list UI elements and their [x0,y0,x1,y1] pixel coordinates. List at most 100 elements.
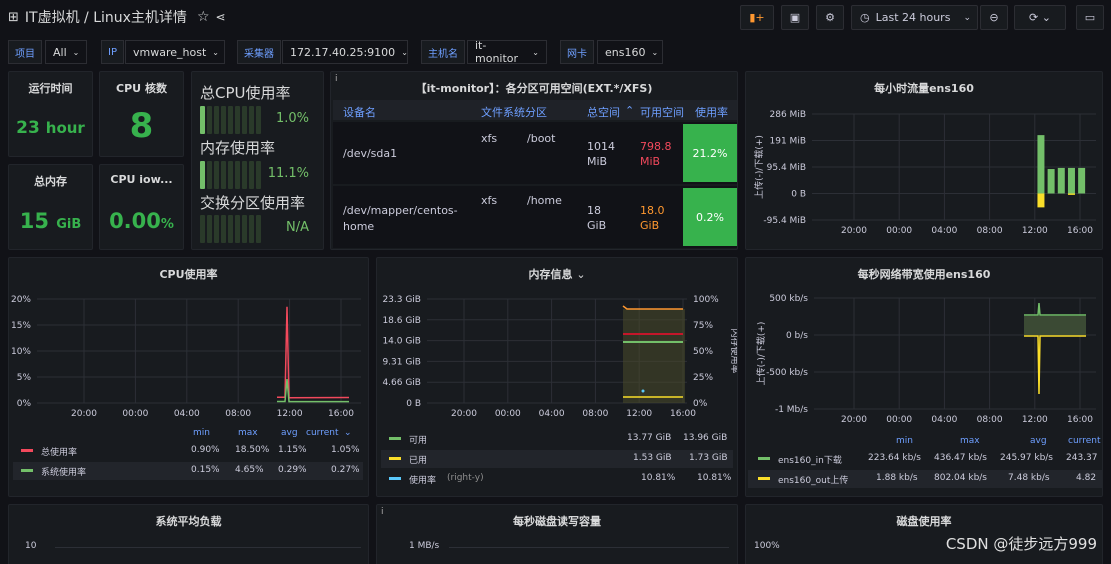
var-value-nic: ens160 [605,45,646,59]
stat-panel-cpu-cores[interactable]: CPU 核数 8 [99,71,184,157]
y-tick-label: 18.6 GiB [382,316,421,326]
col-header-fs[interactable]: 文件系统分区 [481,104,547,120]
col-header-avail[interactable]: 可用空间 [640,104,684,120]
load-average-panel[interactable]: 系统平均负载 10 [8,504,369,564]
legend-row[interactable]: 可用 13.77 GiB 13.96 GiB [381,430,733,448]
gauge-segment [214,161,219,189]
share-icon[interactable]: ⋖ [216,10,226,24]
time-range-label: Last 24 hours [875,11,951,24]
legend-avg: 245.97 kb/s [1000,453,1053,463]
cell-usage: 0.2% [683,188,737,246]
col-header-usage[interactable]: 使用率 [695,104,728,120]
var-select-project[interactable]: All ⌄ [45,40,87,64]
x-tick-label: 00:00 [122,409,148,419]
y-tick-label: 23.3 GiB [382,295,421,305]
col-header-device[interactable]: 设备名 [343,104,376,120]
var-select-collector[interactable]: 172.17.40.25:9100 ⌄ [282,40,408,64]
x-tick-label: 00:00 [886,415,912,425]
legend-row[interactable]: 总使用率 0.90% 18.50% 1.15% 1.05% [13,442,363,460]
legend-series-name: 总使用率 [41,448,78,458]
save-button[interactable]: ▣ [781,5,809,30]
refresh-icon: ⟳ ⌄ [1029,11,1051,24]
legend-min: 223.64 kb/s [868,453,921,463]
star-icon[interactable]: ☆ [197,9,210,25]
stat-unit: GiB [56,217,82,232]
disk-io-panel[interactable]: i 每秒磁盘读写容量 1 MB/s [376,504,738,564]
tv-mode-button[interactable]: ▭ [1076,5,1104,30]
gauge-value-cpu: 1.0% [275,111,309,126]
x-tick-label: 12:00 [626,409,652,419]
partition-table-panel[interactable]: i 【it-monitor】：各分区可用空间(EXT.*/XFS) 设备名 文件… [330,71,738,250]
legend-current: 0.27% [331,465,360,475]
stat-value-cpu-cores: 8 [129,106,154,146]
y-tick-label: 0 b/s [786,331,808,341]
stat-panel-memory[interactable]: 总内存 15 GiB [8,164,93,250]
stat-panel-uptime[interactable]: 运行时间 23 hour [8,71,93,157]
sort-icon: ⌃ [625,104,635,117]
gauge-segment [242,215,247,243]
var-select-hostname[interactable]: it-monitor ⌄ [467,39,547,65]
gauge-segment [228,215,233,243]
x-tick-label: 12:00 [1022,226,1048,236]
settings-button[interactable]: ⚙ [816,5,844,30]
refresh-button[interactable]: ⟳ ⌄ [1014,5,1066,30]
bar-gauge-panel[interactable]: 总CPU使用率 1.0% 内存使用率 11.1% 交换分区使用率 N/A [191,71,324,250]
var-select-ip[interactable]: vmware_host ⌄ [125,40,225,64]
gauge-segment [235,161,240,189]
legend-value-1: 10.81% [641,473,676,483]
col-header-total[interactable]: 总空间 [587,104,620,120]
breadcrumb-text[interactable]: IT虚拟机 / Linux主机详情 [25,7,187,27]
zoom-out-button[interactable]: ⊖ [980,5,1008,30]
legend-header-max[interactable]: max [238,428,258,438]
add-panel-icon: ▮+ [749,11,765,24]
legend-header-min[interactable]: min [896,436,913,446]
legend-header-avg[interactable]: avg [1030,436,1047,446]
legend-header-avg[interactable]: avg [281,428,298,438]
legend-row[interactable]: ens160_out上传 1.88 kb/s 802.04 kb/s 7.48 … [748,470,1102,488]
stat-value-uptime: 23 hour [9,118,92,138]
var-value-collector: 172.17.40.25:9100 [290,45,396,59]
gauge-segment [249,215,254,243]
x-tick-label: 04:00 [931,226,957,236]
add-panel-button[interactable]: ▮+ [740,5,774,30]
legend-row[interactable]: 使用率 (right-y) 10.81% 10.81% [381,470,733,488]
legend-header-min[interactable]: min [193,428,210,438]
cell-device: /dev/mapper/centos-home [343,204,458,233]
series-area-used [623,309,685,403]
memory-info-panel[interactable]: 内存信息 ⌄ 23.3 GiB 18.6 GiB 14.0 GiB 9.31 GiB 4… [376,257,738,497]
y-tick-label: 9.31 GiB [382,357,421,367]
gear-icon: ⚙ [825,11,835,24]
cpu-usage-panel[interactable]: CPU使用率 20% 15% 10% 5% 0% 20:00 00:00 04:00 08:00… [8,257,369,497]
legend-row[interactable]: ens160_in下载 223.64 kb/s 436.47 kb/s 245.… [748,450,1102,468]
gauge-label-memory: 内存使用率 [200,139,276,157]
legend-header-current[interactable]: current [1068,436,1100,446]
x-tick-label: 08:00 [225,409,251,419]
legend-row[interactable]: 已用 1.53 GiB 1.73 GiB [381,450,733,468]
gauge-segment [249,161,254,189]
gauge-segment [235,215,240,243]
y-tick-label: 4.66 GiB [382,378,421,388]
legend-value-2: 13.96 GiB [683,433,728,443]
breadcrumb[interactable]: ⊞ IT虚拟机 / Linux主机详情 ☆ ⋖ [8,7,226,27]
legend-header-current[interactable]: current [306,428,338,438]
x-tick-label: 20:00 [451,409,477,419]
gauge-segment [242,106,247,134]
x-tick-label: 12:00 [1022,415,1048,425]
y-tick-label: 14.0 GiB [382,337,421,347]
chevron-down-icon: ⌄ [344,428,352,438]
y-tick-label: 95.4 MiB [767,163,806,173]
var-value-project: All [53,45,67,59]
hourly-traffic-panel[interactable]: 每小时流量ens160 286 MiB 191 MiB 95.4 MiB 0 B -95… [745,71,1103,250]
series-line-out [1024,335,1086,395]
y-tick-label: 5% [17,373,32,383]
network-bandwidth-panel[interactable]: 每秒网络带宽使用ens160 500 kb/s 0 b/s -500 kb/s -1 … [745,257,1103,497]
x-tick-label: 20:00 [71,409,97,419]
legend-current: 1.05% [331,445,360,455]
bar-download [1057,167,1065,194]
var-select-nic[interactable]: ens160 ⌄ [597,40,663,64]
legend-header-max[interactable]: max [960,436,980,446]
time-range-picker[interactable]: ◷ Last 24 hours ⌄ [851,5,978,30]
stat-panel-cpu-iowait[interactable]: CPU iow... 0.00% [99,164,184,250]
legend-row[interactable]: 系统使用率 0.15% 4.65% 0.29% 0.27% [13,462,363,480]
legend-avg: 1.15% [278,445,307,455]
